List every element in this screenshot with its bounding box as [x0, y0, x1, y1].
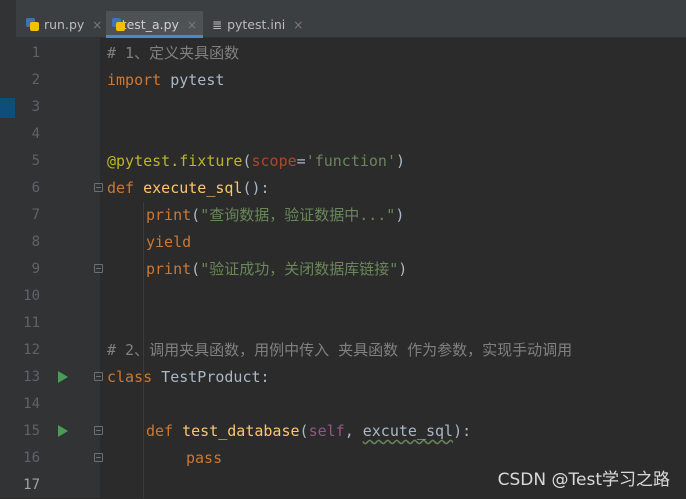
line-number: 7	[0, 202, 40, 229]
class-name: TestProduct:	[152, 368, 269, 386]
line-number: 4	[0, 121, 40, 148]
code-line-15: def test_database(self, excute_sql):	[146, 418, 471, 445]
code-line-8: yield	[146, 229, 191, 256]
keyword: def	[107, 179, 134, 197]
python-file-icon	[26, 18, 39, 31]
keyword: yield	[146, 233, 191, 251]
punctuation: (	[191, 206, 200, 224]
function-name: test_database	[182, 422, 299, 440]
tab-run-py[interactable]: run.py ×	[20, 11, 108, 38]
punctuation: )	[398, 260, 407, 278]
close-icon[interactable]: ×	[187, 18, 197, 32]
line-number: 10	[0, 283, 40, 310]
close-icon[interactable]: ×	[92, 18, 102, 32]
fold-icon[interactable]	[94, 183, 103, 192]
line-number: 15	[0, 418, 40, 445]
line-number: 1	[0, 40, 40, 67]
python-file-icon	[112, 18, 117, 31]
punctuation: ():	[242, 179, 269, 197]
code-line-5: @pytest.fixture(scope='function')	[107, 148, 405, 175]
line-number: 8	[0, 229, 40, 256]
line-number: 16	[0, 445, 40, 472]
keyword-argument: scope	[252, 152, 297, 170]
run-test-icon[interactable]	[58, 425, 68, 437]
line-number: 2	[0, 67, 40, 94]
fold-icon[interactable]	[94, 264, 103, 273]
watermark: CSDN @Test学习之路	[498, 465, 670, 490]
function-name: execute_sql	[143, 179, 242, 197]
keyword: def	[146, 422, 173, 440]
tab-label: pytest.ini	[227, 17, 285, 32]
comment: # 2、调用夹具函数，用例中传入 夹具函数 作为参数，实现手动调用	[107, 341, 572, 359]
punctuation: )	[396, 152, 405, 170]
keyword: pass	[186, 449, 222, 467]
punctuation: (	[191, 260, 200, 278]
line-number: 5	[0, 148, 40, 175]
code-line-9: print("验证成功，关闭数据库链接")	[146, 256, 407, 283]
tab-label: run.py	[44, 17, 84, 32]
parameter: excute_sql	[363, 422, 453, 440]
punctuation: ,	[345, 422, 363, 440]
fold-icon[interactable]	[94, 426, 103, 435]
run-class-icon[interactable]	[58, 371, 68, 383]
code-line-16: pass	[186, 445, 222, 472]
tab-bar-gutter-strip	[0, 0, 16, 38]
decorator: @pytest.fixture	[107, 152, 242, 170]
identifier: pytest	[161, 71, 224, 89]
ini-file-icon: ≣	[212, 18, 222, 32]
punctuation: (	[242, 152, 251, 170]
line-number: 3	[0, 94, 40, 121]
code-line-7: print("查询数据，验证数据中...")	[146, 202, 404, 229]
fold-icon[interactable]	[94, 453, 103, 462]
close-icon[interactable]: ×	[293, 18, 303, 32]
fold-icon[interactable]	[94, 372, 103, 381]
line-number: 11	[0, 310, 40, 337]
tab-label: test_a.py	[122, 17, 179, 32]
punctuation: (	[300, 422, 309, 440]
line-number: 12	[0, 337, 40, 364]
code-line-12: # 2、调用夹具函数，用例中传入 夹具函数 作为参数，实现手动调用	[107, 337, 572, 364]
tab-pytest-ini[interactable]: ≣ pytest.ini ×	[206, 11, 309, 38]
comment: # 1、定义夹具函数	[107, 44, 239, 62]
code-line-1: # 1、定义夹具函数	[107, 40, 239, 67]
keyword: import	[107, 71, 161, 89]
tab-test-a-py[interactable]: test_a.py ×	[106, 11, 203, 38]
builtin: print	[146, 206, 191, 224]
operator: =	[297, 152, 306, 170]
string: "验证成功，关闭数据库链接"	[200, 260, 398, 278]
code-line-2: import pytest	[107, 67, 224, 94]
line-number: 13	[0, 364, 40, 391]
code-line-13: class TestProduct:	[107, 364, 270, 391]
code-line-6: def execute_sql():	[107, 175, 270, 202]
keyword: class	[107, 368, 152, 386]
punctuation: ):	[453, 422, 471, 440]
line-number-current: 17	[0, 472, 40, 499]
punctuation: )	[395, 206, 404, 224]
editor-tab-bar: run.py × test_a.py × ≣ pytest.ini ×	[0, 0, 686, 38]
string: 'function'	[306, 152, 396, 170]
line-number: 9	[0, 256, 40, 283]
string: "查询数据，验证数据中..."	[200, 206, 395, 224]
line-number: 6	[0, 175, 40, 202]
self-keyword: self	[309, 422, 345, 440]
builtin: print	[146, 260, 191, 278]
line-number: 14	[0, 391, 40, 418]
